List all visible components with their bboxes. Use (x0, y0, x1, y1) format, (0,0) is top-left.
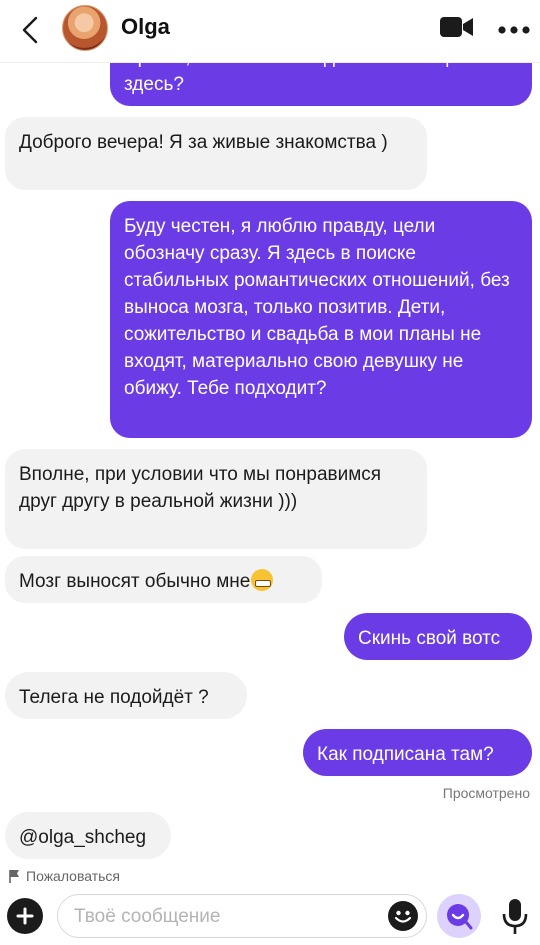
message-bubble-outgoing[interactable]: Как подписана там? (303, 729, 532, 776)
back-button[interactable] (10, 10, 50, 50)
message-text: @olga_shcheg (19, 827, 147, 848)
more-dots-icon (498, 26, 530, 34)
more-button[interactable] (498, 22, 530, 40)
message-bubble-outgoing[interactable]: Буду честен, я люблю правду, цели обозна… (110, 201, 532, 438)
chat-header: Olga (0, 0, 540, 63)
seen-status: Просмотрено (442, 785, 530, 801)
message-bubble-incoming[interactable]: Телега не подойдёт ? (5, 672, 247, 719)
report-link[interactable]: Пожаловаться (8, 868, 120, 884)
avatar[interactable] (62, 5, 108, 51)
message-input[interactable] (72, 895, 376, 939)
video-call-button[interactable] (440, 16, 474, 43)
report-label: Пожаловаться (26, 868, 121, 884)
emoji-button[interactable] (388, 901, 418, 931)
microphone-icon (502, 899, 528, 934)
message-text: Доброго вечера! Я за живые знакомства ) (19, 132, 388, 153)
message-text: Как подписана там? (317, 744, 494, 765)
message-text: Телега не подойдёт ? (19, 687, 209, 708)
contact-name[interactable]: Olga (121, 14, 170, 40)
message-bubble-incoming[interactable]: Вполне, при условии что мы понравимся др… (5, 449, 427, 549)
message-bubble-incoming[interactable]: Мозг выносят обычно мне (5, 556, 322, 603)
back-arrow-icon (22, 16, 38, 44)
emoji-icon (394, 910, 412, 923)
message-bubble-incoming[interactable]: Доброго вечера! Я за живые знакомства ) (5, 117, 427, 190)
message-composer (0, 888, 540, 945)
message-bubble-incoming[interactable]: @olga_shcheg (5, 812, 171, 859)
message-text: Скинь свой вотс (358, 628, 501, 649)
ai-assistant-icon (447, 904, 473, 930)
flag-icon (9, 870, 19, 883)
attach-button[interactable] (7, 898, 43, 934)
message-text: Буду честен, я люблю правду, цели обозна… (124, 216, 510, 399)
message-list[interactable]: Привет, отлично выглядишь. Какие цели зд… (0, 0, 540, 945)
message-text: Вполне, при условии что мы понравимся др… (19, 464, 382, 512)
video-camera-icon (440, 17, 473, 37)
plus-icon (16, 907, 34, 925)
ai-assistant-button[interactable] (437, 894, 481, 938)
message-bubble-outgoing[interactable]: Скинь свой вотс (344, 613, 532, 660)
message-text: Мозг выносят обычно мне (19, 571, 251, 592)
grin-emoji-icon (251, 569, 274, 591)
voice-message-button[interactable] (500, 898, 530, 936)
message-input-container[interactable] (57, 894, 427, 939)
